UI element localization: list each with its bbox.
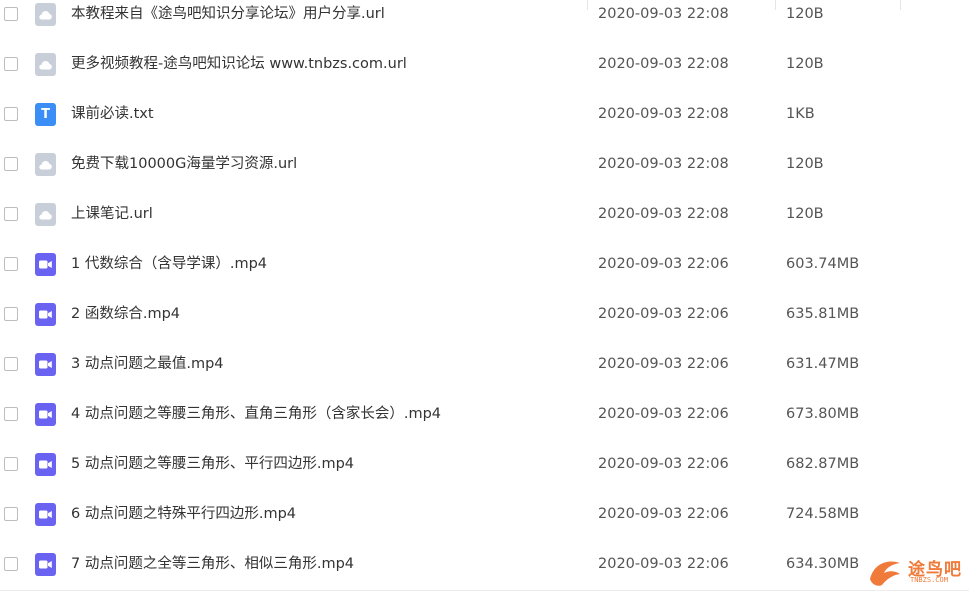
row-checkbox[interactable]: [4, 57, 18, 71]
cloud-link-icon: [35, 3, 56, 26]
file-name[interactable]: 5 动点问题之等腰三角形、平行四边形.mp4: [71, 454, 354, 474]
file-modified-date: 2020-09-03 22:06: [598, 506, 729, 522]
file-size: 120B: [786, 206, 824, 222]
file-name[interactable]: 1 代数综合（含导学课）.mp4: [71, 254, 267, 274]
file-row[interactable]: 上课笔记.url 2020-09-03 22:08 120B: [0, 190, 969, 240]
row-checkbox[interactable]: [4, 207, 18, 221]
file-size: 724.58MB: [786, 506, 860, 522]
file-modified-date: 2020-09-03 22:06: [598, 456, 729, 472]
file-row[interactable]: 7 动点问题之全等三角形、相似三角形.mp4 2020-09-03 22:06 63…: [0, 540, 969, 590]
file-modified-date: 2020-09-03 22:08: [598, 6, 729, 22]
file-modified-date: 2020-09-03 22:08: [598, 56, 729, 72]
video-file-icon: [35, 453, 56, 476]
file-name[interactable]: 7 动点问题之全等三角形、相似三角形.mp4: [71, 554, 354, 574]
file-name[interactable]: 上课笔记.url: [71, 204, 153, 224]
video-file-icon: [35, 403, 56, 426]
file-size: 635.81MB: [786, 306, 860, 322]
file-name[interactable]: 本教程来自《途鸟吧知识分享论坛》用户分享.url: [71, 4, 385, 24]
text-file-icon-letter: T: [41, 107, 50, 122]
file-row[interactable]: 3 动点问题之最值.mp4 2020-09-03 22:06 631.47MB: [0, 340, 969, 390]
file-modified-date: 2020-09-03 22:08: [598, 156, 729, 172]
list-bottom-border: [0, 590, 969, 591]
watermark-logo: 途鸟吧 TNBZS.COM: [866, 553, 966, 589]
row-checkbox[interactable]: [4, 407, 18, 421]
row-checkbox[interactable]: [4, 557, 18, 571]
file-name[interactable]: 免费下载10000G海量学习资源.url: [71, 154, 297, 174]
video-file-icon: [35, 503, 56, 526]
file-row[interactable]: 本教程来自《途鸟吧知识分享论坛》用户分享.url 2020-09-03 22:08…: [0, 0, 969, 40]
file-row[interactable]: 5 动点问题之等腰三角形、平行四边形.mp4 2020-09-03 22:06 68…: [0, 440, 969, 490]
file-row[interactable]: 6 动点问题之特殊平行四边形.mp4 2020-09-03 22:06 724.58…: [0, 490, 969, 540]
row-checkbox[interactable]: [4, 257, 18, 271]
video-file-icon: [35, 253, 56, 276]
file-size: 603.74MB: [786, 256, 860, 272]
video-file-icon: [35, 353, 56, 376]
file-modified-date: 2020-09-03 22:08: [598, 106, 729, 122]
file-modified-date: 2020-09-03 22:06: [598, 556, 729, 572]
file-size: 673.80MB: [786, 406, 860, 422]
file-size: 1KB: [786, 106, 815, 122]
file-modified-date: 2020-09-03 22:06: [598, 406, 729, 422]
row-checkbox[interactable]: [4, 157, 18, 171]
row-checkbox[interactable]: [4, 7, 18, 21]
file-row[interactable]: 4 动点问题之等腰三角形、直角三角形（含家长会）.mp4 2020-09-03 2…: [0, 390, 969, 440]
text-file-icon: T: [35, 103, 56, 126]
cloud-link-icon: [35, 53, 56, 76]
row-checkbox[interactable]: [4, 457, 18, 471]
file-size: 634.30MB: [786, 556, 860, 572]
file-name[interactable]: 更多视频教程-途鸟吧知识论坛 www.tnbzs.com.url: [71, 54, 407, 74]
file-modified-date: 2020-09-03 22:06: [598, 306, 729, 322]
video-file-icon: [35, 303, 56, 326]
file-size: 120B: [786, 156, 824, 172]
file-name[interactable]: 6 动点问题之特殊平行四边形.mp4: [71, 504, 296, 524]
file-row[interactable]: 免费下载10000G海量学习资源.url 2020-09-03 22:08 120B: [0, 140, 969, 190]
video-file-icon: [35, 553, 56, 576]
cloud-link-icon: [35, 203, 56, 226]
row-checkbox[interactable]: [4, 107, 18, 121]
file-size: 120B: [786, 6, 824, 22]
file-name[interactable]: 3 动点问题之最值.mp4: [71, 354, 224, 374]
file-modified-date: 2020-09-03 22:08: [598, 206, 729, 222]
row-checkbox[interactable]: [4, 307, 18, 321]
row-checkbox[interactable]: [4, 357, 18, 371]
file-modified-date: 2020-09-03 22:06: [598, 256, 729, 272]
file-name[interactable]: 2 函数综合.mp4: [71, 304, 180, 324]
watermark-subtitle: TNBZS.COM: [910, 576, 948, 584]
file-size: 120B: [786, 56, 824, 72]
file-row[interactable]: 2 函数综合.mp4 2020-09-03 22:06 635.81MB: [0, 290, 969, 340]
file-row[interactable]: T 课前必读.txt 2020-09-03 22:08 1KB: [0, 90, 969, 140]
file-list: 本教程来自《途鸟吧知识分享论坛》用户分享.url 2020-09-03 22:08…: [0, 0, 969, 593]
file-size: 682.87MB: [786, 456, 860, 472]
file-name[interactable]: 课前必读.txt: [71, 104, 154, 124]
file-row[interactable]: 1 代数综合（含导学课）.mp4 2020-09-03 22:06 603.74MB: [0, 240, 969, 290]
file-name[interactable]: 4 动点问题之等腰三角形、直角三角形（含家长会）.mp4: [71, 404, 441, 424]
bird-logo-icon: [870, 561, 900, 586]
file-modified-date: 2020-09-03 22:06: [598, 356, 729, 372]
cloud-link-icon: [35, 153, 56, 176]
file-row[interactable]: 更多视频教程-途鸟吧知识论坛 www.tnbzs.com.url 2020-09-…: [0, 40, 969, 90]
file-size: 631.47MB: [786, 356, 860, 372]
row-checkbox[interactable]: [4, 507, 18, 521]
